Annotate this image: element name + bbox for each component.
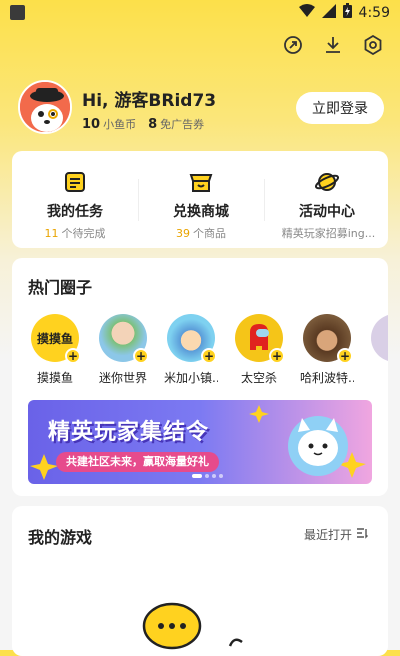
circle-item[interactable]: + 哈利波特... [300, 314, 354, 386]
circle-avatar: + [99, 314, 149, 364]
sort-icon [356, 527, 368, 542]
hot-circles-card: 热门圈子 摸摸鱼 + 摸摸鱼 + 迷你世界 + 米加小镇... + 太空杀 + … [12, 258, 388, 496]
my-games-card: 我的游戏 最近打开 [12, 506, 388, 656]
status-time: 4:59 [358, 4, 390, 21]
exchange-mall-entry[interactable]: 兑换商城 39 个商品 [138, 151, 264, 248]
banner-pagination [192, 474, 223, 478]
quick-entries-card: 我的任务 11 个待完成 兑换商城 39 个商品 活动中心 精英玩家招募ing... [12, 151, 388, 248]
share-icon[interactable] [282, 34, 304, 56]
chat-mascot-icon [142, 600, 262, 656]
download-icon[interactable] [322, 34, 344, 56]
hot-circles-list: 摸摸鱼 + 摸摸鱼 + 迷你世界 + 米加小镇... + 太空杀 + 哈利波特.… [28, 314, 388, 386]
battery-icon [342, 3, 352, 22]
sort-recent-button[interactable]: 最近打开 [304, 526, 368, 543]
circle-item[interactable]: 摸摸鱼 + 摸摸鱼 [28, 314, 82, 386]
user-stats: 10 小鱼币 8 免广告券 [82, 116, 204, 132]
profile-header: Hi, 游客BRid73 10 小鱼币 8 免广告券 立即登录 [18, 80, 384, 136]
my-games-title: 我的游戏 [28, 528, 93, 547]
user-greeting: Hi, 游客BRid73 [82, 91, 217, 111]
join-icon[interactable]: + [201, 348, 217, 364]
circle-item[interactable]: 王 [368, 314, 388, 386]
my-tasks-entry[interactable]: 我的任务 11 个待完成 [12, 151, 138, 248]
shop-icon [188, 169, 214, 195]
activity-center-entry[interactable]: 活动中心 精英玩家招募ing... [264, 151, 388, 248]
banner-title: 精英玩家集结令 [48, 420, 210, 445]
circle-item[interactable]: + 迷你世界 [96, 314, 150, 386]
join-icon[interactable]: + [337, 348, 353, 364]
circle-avatar [371, 314, 388, 362]
adfree-stat[interactable]: 8 免广告券 [148, 116, 204, 132]
login-button[interactable]: 立即登录 [296, 92, 384, 124]
join-icon[interactable]: + [133, 348, 149, 364]
circle-avatar: + [167, 314, 217, 364]
event-banner[interactable]: 精英玩家集结令 共建社区未来，赢取海量好礼 [28, 400, 372, 484]
settings-icon[interactable] [362, 34, 384, 56]
top-actions [282, 34, 384, 56]
hot-circles-title: 热门圈子 [28, 278, 93, 297]
wifi-icon [298, 3, 315, 22]
planet-icon [314, 169, 340, 195]
circle-item[interactable]: + 太空杀 [232, 314, 286, 386]
circle-avatar: + [235, 314, 285, 364]
app-notification-icon [10, 5, 25, 20]
circle-logo: 摸摸鱼 + [31, 314, 81, 364]
banner-subtitle: 共建社区未来，赢取海量好礼 [56, 452, 219, 472]
status-bar: 4:59 [0, 0, 400, 26]
status-indicators: 4:59 [298, 3, 390, 22]
signal-icon [321, 3, 336, 22]
circle-avatar: + [303, 314, 353, 364]
task-icon [62, 169, 88, 195]
join-icon[interactable]: + [65, 348, 81, 364]
circle-item[interactable]: + 米加小镇... [164, 314, 218, 386]
join-icon[interactable]: + [269, 348, 285, 364]
coins-stat[interactable]: 10 小鱼币 [82, 116, 136, 132]
avatar[interactable] [18, 80, 72, 134]
